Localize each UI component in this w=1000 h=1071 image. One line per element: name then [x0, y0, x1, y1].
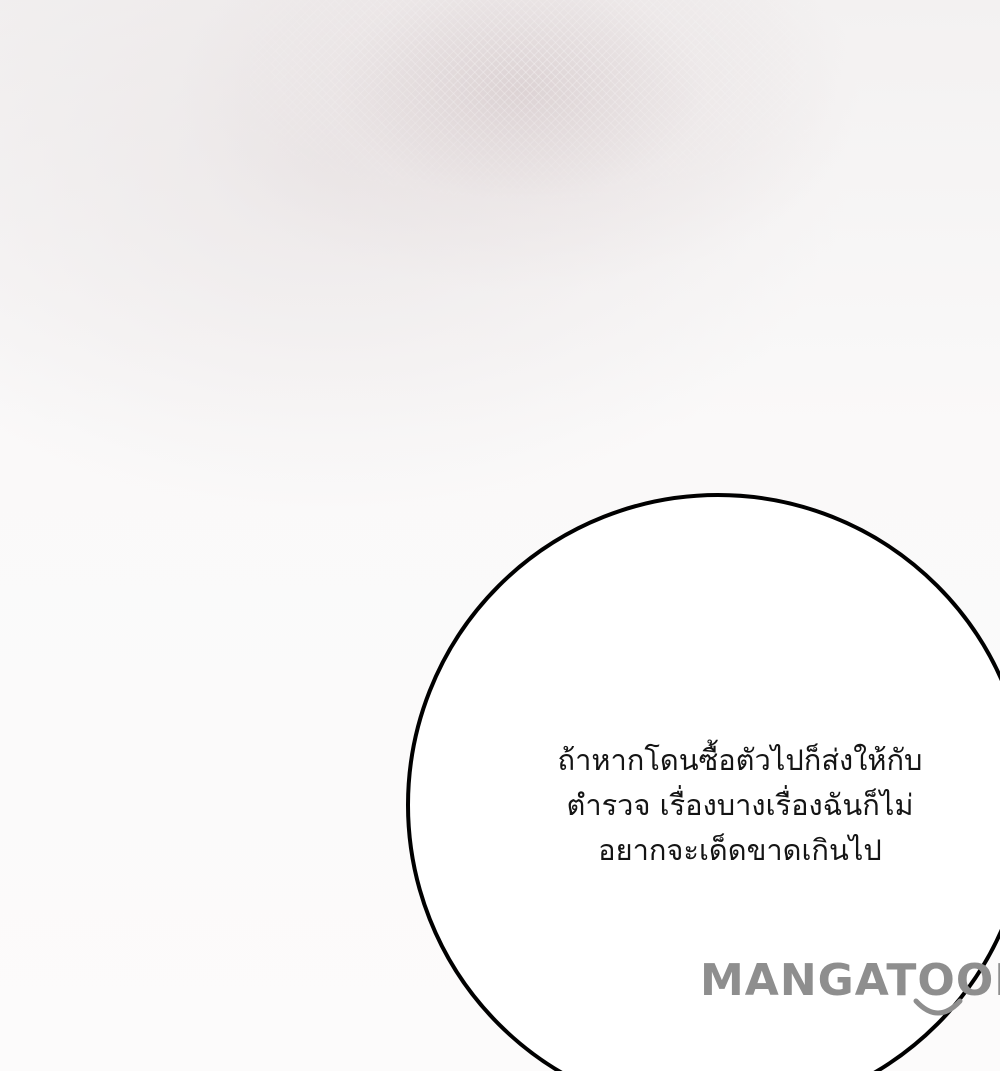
- speech-line-2: ตำรวจ เรื่องบางเรื่องฉันก็ไม่: [566, 788, 914, 822]
- speech-bubble-text: ถ้าหากโดนซื้อตัวไปก็ส่งให้กับ ตำรวจ เรื่…: [495, 738, 985, 873]
- speech-line-3: อยากจะเด็ดขาดเกินไป: [598, 833, 882, 867]
- watermark-smile-icon: [913, 998, 963, 1016]
- speech-line-1: ถ้าหากโดนซื้อตัวไปก็ส่งให้กับ: [557, 743, 923, 777]
- comic-panel: ถ้าหากโดนซื้อตัวไปก็ส่งให้กับ ตำรวจ เรื่…: [0, 0, 1000, 1071]
- speech-bubble-outline: [406, 493, 1000, 1071]
